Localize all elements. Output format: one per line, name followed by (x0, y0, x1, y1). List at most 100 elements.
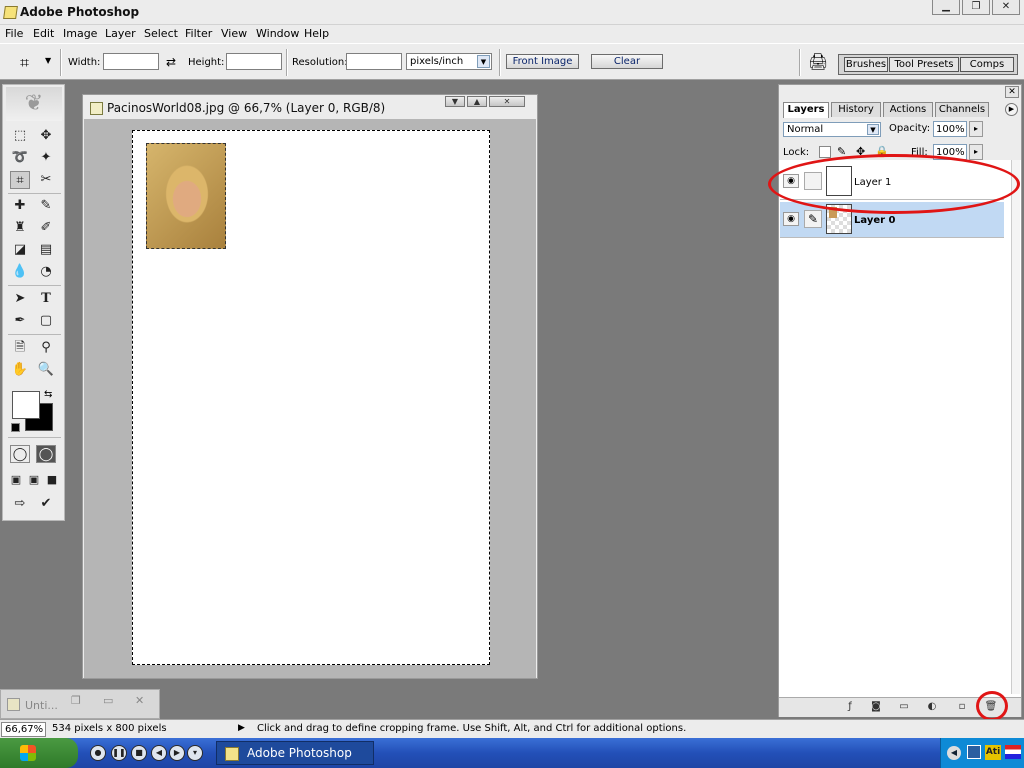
hand-tool-icon[interactable]: ✋ (10, 361, 30, 379)
media-pause-icon[interactable]: ❚❚ (111, 745, 127, 761)
units-select[interactable]: pixels/inch ▼ (406, 53, 492, 70)
menu-view[interactable]: View (221, 27, 247, 40)
shape-tool-icon[interactable]: ▢ (36, 312, 56, 330)
slice-tool-icon[interactable]: ✂ (36, 171, 56, 189)
panel-menu-icon[interactable]: ▶ (1005, 103, 1018, 116)
menu-image[interactable]: Image (63, 27, 97, 40)
front-image-button[interactable]: Front Image (506, 54, 579, 69)
screen-mode-standard-icon[interactable]: ▣ (6, 471, 26, 489)
jump-to-imageready-icon[interactable]: ⇨ (10, 495, 30, 513)
opacity-slider-toggle-icon[interactable]: ▸ (969, 121, 983, 137)
zoom-tool-icon[interactable]: 🔍 (36, 361, 56, 379)
minimized-document[interactable]: Unti... ❐ ▭ ✕ (0, 689, 160, 719)
close-button[interactable]: ✕ (992, 0, 1020, 15)
blur-tool-icon[interactable]: 💧 (10, 263, 30, 281)
default-colors-icon[interactable] (11, 423, 20, 432)
new-group-icon[interactable]: ▭ (897, 701, 911, 714)
document-canvas[interactable] (132, 130, 490, 665)
layer-image-portrait[interactable] (146, 143, 226, 249)
add-mask-icon[interactable]: ◙ (869, 701, 883, 714)
type-tool-icon[interactable]: T (36, 290, 56, 308)
crop-tool-preset-icon[interactable]: ⌗ (20, 53, 29, 73)
height-input[interactable] (226, 53, 282, 70)
media-stop-icon[interactable]: ■ (131, 745, 147, 761)
menu-filter[interactable]: Filter (185, 27, 212, 40)
healing-brush-icon[interactable]: ✚ (10, 197, 30, 215)
blend-mode-select[interactable]: Normal ▼ (783, 122, 881, 137)
lock-transparent-icon[interactable] (819, 146, 831, 158)
taskbar-item-photoshop[interactable]: Adobe Photoshop (216, 741, 374, 765)
eraser-tool-icon[interactable]: ◪ (10, 241, 30, 259)
new-layer-icon[interactable]: ▫ (955, 701, 969, 714)
crop-tool-icon[interactable]: ⌗ (10, 171, 30, 189)
maximize-icon[interactable]: ▭ (103, 694, 113, 707)
layer-name[interactable]: Layer 0 (854, 215, 895, 226)
layers-scrollbar[interactable] (1011, 160, 1020, 694)
well-tab-brushes[interactable]: Brushes (844, 57, 888, 72)
menu-window[interactable]: Window (256, 27, 299, 40)
media-back-icon[interactable]: ◀ (151, 745, 167, 761)
gradient-tool-icon[interactable]: ▤ (36, 241, 56, 259)
menu-layer[interactable]: Layer (105, 27, 136, 40)
restore-button[interactable]: ❐ (962, 0, 990, 15)
width-input[interactable] (103, 53, 159, 70)
clear-button[interactable]: Clear (591, 54, 663, 69)
marquee-tool-icon[interactable]: ⬚ (10, 127, 30, 145)
chevron-down-icon[interactable]: ▼ (867, 124, 879, 135)
swap-icon[interactable]: ⇄ (166, 55, 176, 69)
tray-arrow-icon[interactable]: ◀ (947, 746, 961, 760)
adjustment-layer-icon[interactable]: ◐ (925, 701, 939, 714)
dodge-tool-icon[interactable]: ◔ (36, 263, 56, 281)
tray-language-flag-icon[interactable] (1005, 745, 1021, 759)
pen-tool-icon[interactable]: ✒ (10, 312, 30, 330)
well-tab-comps[interactable]: Comps (960, 57, 1014, 72)
swap-colors-icon[interactable]: ⇆ (44, 389, 52, 400)
add-layer-style-icon[interactable]: ƒ (843, 701, 857, 714)
media-prev-icon[interactable]: ● (90, 745, 106, 761)
history-brush-icon[interactable]: ✐ (36, 219, 56, 237)
eye-icon[interactable]: ◉ (783, 212, 799, 226)
tab-layers[interactable]: Layers (783, 102, 829, 118)
start-button[interactable] (0, 738, 78, 768)
magic-wand-icon[interactable]: ✦ (36, 149, 56, 167)
panel-close-icon[interactable]: ✕ (1005, 86, 1019, 98)
media-forward-icon[interactable]: ▶ (169, 745, 185, 761)
chevron-down-icon[interactable]: ▼ (477, 55, 490, 68)
tab-actions[interactable]: Actions (883, 102, 933, 117)
zoom-field[interactable]: 66,67% (1, 722, 46, 737)
minimize-button[interactable]: ▁ (932, 0, 960, 15)
brush-tool-icon[interactable]: ✎ (36, 197, 56, 215)
lasso-tool-icon[interactable]: ➰ (10, 149, 30, 167)
eyedropper-icon[interactable]: ⚲ (36, 339, 56, 357)
chevron-down-icon[interactable]: ▼ (45, 56, 51, 65)
menu-edit[interactable]: Edit (33, 27, 54, 40)
tray-network-icon[interactable] (967, 745, 981, 759)
fill-slider-toggle-icon[interactable]: ▸ (969, 144, 983, 160)
doc-maximize-button[interactable]: ▲ (467, 96, 487, 107)
clone-stamp-icon[interactable]: ♜ (10, 219, 30, 237)
media-menu-icon[interactable]: ▾ (187, 745, 203, 761)
brush-icon[interactable]: ✎ (804, 210, 822, 228)
palette-well-icon[interactable]: 🖨 (808, 52, 828, 71)
menu-help[interactable]: Help (304, 27, 329, 40)
menu-select[interactable]: Select (144, 27, 178, 40)
path-selection-icon[interactable]: ➤ (10, 290, 30, 308)
foreground-color-swatch[interactable] (12, 391, 40, 419)
feather-logo-icon[interactable]: ❦ (6, 87, 62, 121)
status-menu-arrow-icon[interactable]: ▶ (238, 723, 245, 733)
resolution-input[interactable] (346, 53, 402, 70)
standard-mode-icon[interactable]: ◯ (10, 445, 30, 463)
move-tool-icon[interactable]: ✥ (36, 127, 56, 145)
tab-history[interactable]: History (831, 102, 881, 117)
doc-minimize-button[interactable]: ▼ (445, 96, 465, 107)
doc-close-button[interactable]: ✕ (489, 96, 525, 107)
opacity-input[interactable]: 100% (933, 121, 967, 137)
screen-mode-full-menu-icon[interactable]: ▣ (24, 471, 44, 489)
tab-channels[interactable]: Channels (935, 102, 989, 117)
restore-icon[interactable]: ❐ (71, 694, 81, 707)
edit-in-imageready-icon[interactable]: ✔ (36, 495, 56, 513)
canvas-area[interactable] (84, 119, 536, 678)
quick-mask-icon[interactable]: ◯ (36, 445, 56, 463)
tray-ati-icon[interactable]: Ati (985, 745, 1001, 760)
screen-mode-full-icon[interactable]: ■ (42, 471, 62, 489)
